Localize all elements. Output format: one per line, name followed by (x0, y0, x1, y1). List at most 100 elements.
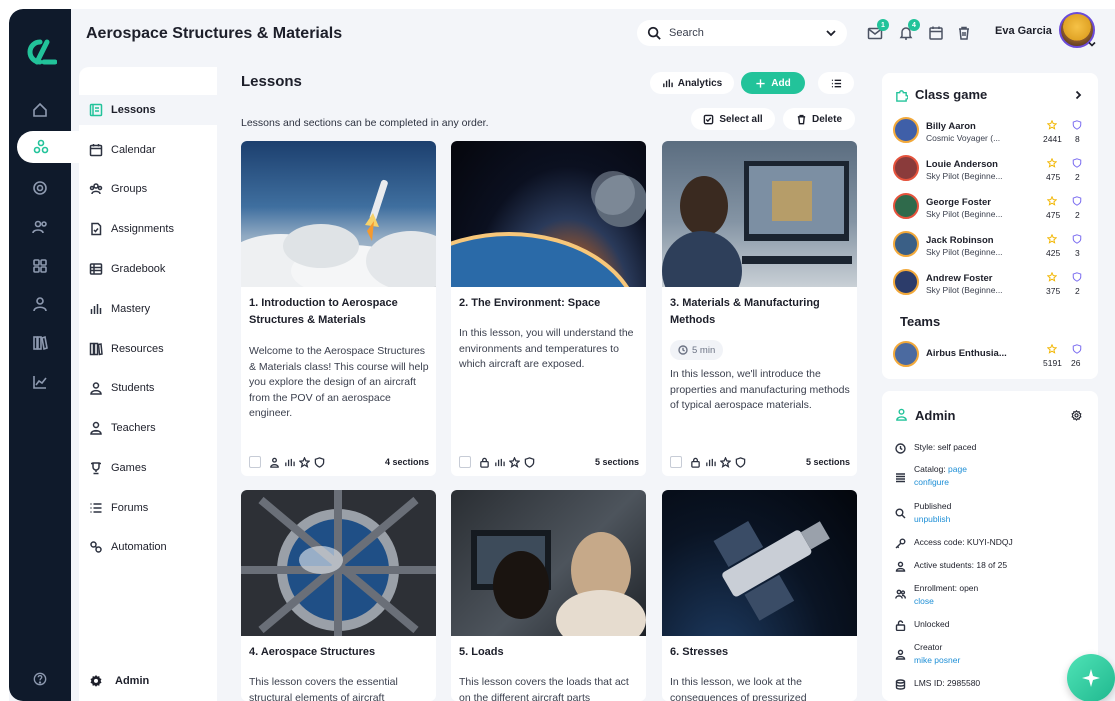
creator-link[interactable]: mike posner (914, 655, 960, 665)
lesson-card[interactable]: 2. The Environment: Space In this lesson… (451, 141, 646, 476)
sidebar-item-assignments[interactable]: Assignments (89, 219, 174, 239)
admin-style: Style: self paced (914, 442, 977, 452)
lesson-title[interactable]: 2. The Environment: Space (459, 295, 639, 312)
player-avatar[interactable] (893, 193, 919, 219)
apps-icon[interactable] (31, 257, 49, 275)
catalog-configure-link[interactable]: configure (914, 477, 949, 487)
app-logo-icon[interactable] (23, 37, 57, 67)
sidebar-item-teachers[interactable]: Teachers (89, 418, 156, 438)
calendar-icon (929, 26, 943, 40)
rail-item-courses[interactable] (17, 131, 79, 163)
home-icon[interactable] (31, 101, 49, 119)
resources-icon (89, 342, 103, 356)
sidebar-item-gradebook[interactable]: Gradebook (89, 259, 165, 279)
lesson-description: This lesson covers the essential structu… (249, 676, 398, 701)
student-icon (895, 559, 906, 572)
player-name[interactable]: Jack Robinson (926, 235, 994, 246)
search-input[interactable]: Search (637, 20, 847, 46)
sidebar-item-automation[interactable]: Automation (89, 537, 167, 557)
sidebar-item-calendar[interactable]: Calendar (89, 140, 156, 160)
sidebar-item-students[interactable]: Students (89, 378, 154, 398)
unpublish-link[interactable]: unpublish (914, 514, 950, 524)
add-button[interactable]: Add (741, 72, 805, 94)
notifications-button[interactable]: 4 (898, 19, 920, 41)
star-icon (509, 456, 520, 468)
delete-button[interactable]: Delete (783, 108, 855, 130)
player-name[interactable]: Louie Anderson (926, 159, 998, 170)
enrollment-icon (895, 587, 906, 599)
lesson-checkbox[interactable] (670, 456, 682, 468)
player-name[interactable]: Andrew Foster (926, 273, 993, 284)
catalog-page-link[interactable]: page (948, 464, 967, 474)
avatar-chevron-icon[interactable] (1087, 39, 1097, 49)
library-icon[interactable] (31, 334, 49, 352)
lesson-checkbox[interactable] (249, 456, 261, 468)
sidebar-item-resources[interactable]: Resources (89, 339, 164, 359)
lesson-card[interactable]: 4. Aerospace Structures This lesson cove… (241, 490, 436, 701)
duration-badge: 5 min (670, 340, 724, 360)
people-icon[interactable] (31, 218, 49, 236)
player-name[interactable]: Billy Aaron (926, 121, 976, 132)
lesson-card[interactable]: 1. Introduction to Aerospace Structures … (241, 141, 436, 476)
player-avatar[interactable] (893, 155, 919, 181)
lesson-footer: 5 sections (459, 455, 639, 469)
lock-icon (691, 457, 700, 468)
help-icon[interactable] (33, 672, 47, 686)
star-icon (1047, 196, 1057, 206)
lesson-card[interactable]: 3. Materials & Manufacturing Methods 5 m… (662, 141, 857, 476)
lesson-description: This lesson covers the loads that act on… (459, 676, 629, 701)
sidebar-item-mastery[interactable]: Mastery (89, 299, 150, 319)
analytics-icon (662, 78, 673, 87)
user-name[interactable]: Eva Garcia (995, 25, 1052, 37)
lesson-description: In this lesson, you will understand the … (459, 327, 634, 370)
star-icon (720, 456, 731, 468)
chevron-down-icon[interactable] (825, 27, 837, 39)
key-icon (895, 536, 906, 549)
player-avatar[interactable] (893, 269, 919, 295)
lesson-title[interactable]: 6. Stresses (670, 644, 850, 661)
chart-line-icon[interactable] (31, 373, 49, 391)
team-name[interactable]: Airbus Enthusia... (926, 348, 1007, 359)
lesson-card[interactable]: 6. Stresses In this lesson, we look at t… (662, 490, 857, 701)
lesson-title[interactable]: 5. Loads (459, 644, 639, 661)
assignments-icon (91, 222, 102, 236)
enrollment-close-link[interactable]: close (914, 596, 934, 606)
lesson-title[interactable]: 3. Materials & Manufacturing Methods (670, 295, 850, 329)
user-icon[interactable] (31, 295, 49, 313)
player-avatar[interactable] (893, 231, 919, 257)
analytics-button[interactable]: Analytics (650, 72, 734, 94)
list-view-button[interactable] (818, 72, 854, 94)
lesson-checkbox[interactable] (459, 456, 471, 468)
lesson-title[interactable]: 4. Aerospace Structures (249, 644, 429, 661)
sidebar-item-forums[interactable]: Forums (89, 498, 148, 518)
shield-icon (1072, 158, 1082, 168)
sidebar-item-groups[interactable]: Groups (89, 179, 147, 199)
sidebar-item-lessons[interactable]: Lessons (89, 100, 156, 120)
sidebar-admin-button[interactable]: Admin (89, 674, 149, 688)
chevron-right-icon[interactable] (1073, 90, 1083, 100)
target-icon[interactable] (31, 179, 49, 197)
mail-button[interactable]: 1 (867, 19, 889, 41)
teachers-icon (90, 421, 102, 435)
ai-assistant-button[interactable] (1067, 654, 1115, 701)
mastery-icon (90, 304, 102, 314)
calendar-header-button[interactable] (928, 25, 944, 41)
player-name[interactable]: George Foster (926, 197, 991, 208)
bars-icon (285, 458, 295, 466)
player-avatar[interactable] (893, 117, 919, 143)
database-icon (895, 677, 906, 690)
trash-header-button[interactable] (956, 25, 972, 41)
sidebar-item-label: Students (111, 382, 155, 394)
settings-gear-icon[interactable] (1071, 410, 1082, 421)
select-all-button[interactable]: Select all (691, 108, 775, 130)
students-icon (90, 382, 102, 395)
sidebar-item-games[interactable]: Games (89, 458, 146, 478)
person-icon (270, 457, 279, 468)
bars-icon (495, 458, 505, 466)
lesson-title[interactable]: 1. Introduction to Aerospace Structures … (249, 295, 429, 329)
lesson-footer: 5 sections (670, 455, 850, 469)
player-badges: 2 (1075, 286, 1080, 296)
lesson-card[interactable]: 5. Loads This lesson covers the loads th… (451, 490, 646, 701)
creator-icon (895, 647, 906, 660)
player-rank: Sky Pilot (Beginne... (926, 247, 1003, 257)
